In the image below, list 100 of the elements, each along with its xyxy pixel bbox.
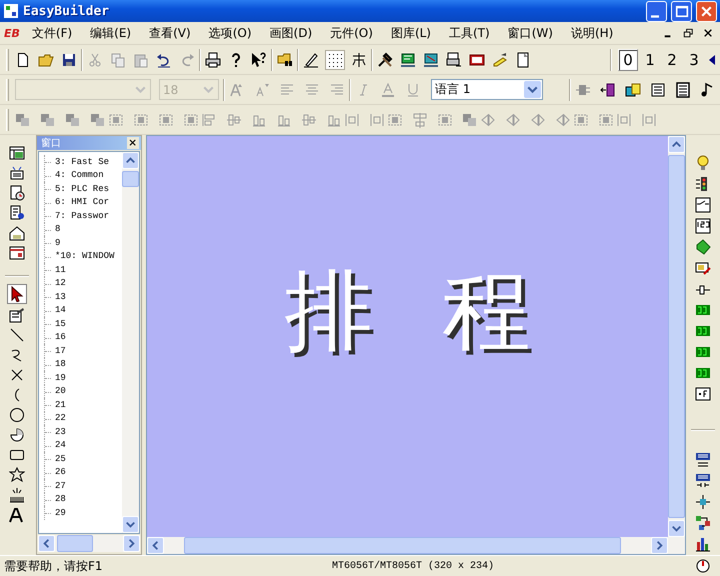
tree-item[interactable]: 4: Common bbox=[55, 170, 104, 180]
tree-item[interactable]: 17 bbox=[55, 346, 66, 356]
vertical-scrollbar[interactable] bbox=[122, 152, 139, 533]
horizontal-scrollbar[interactable] bbox=[38, 535, 140, 552]
scroll-down-icon[interactable] bbox=[668, 520, 685, 537]
tree-item[interactable]: 7: Passwor bbox=[55, 210, 110, 221]
scrollbar-thumb[interactable] bbox=[122, 171, 139, 187]
close-icon[interactable] bbox=[127, 137, 139, 149]
tree-item[interactable]: 6: HMI Cor bbox=[55, 197, 110, 208]
menu-item[interactable]: 工具(T) bbox=[443, 22, 496, 44]
function-key-icon[interactable] bbox=[695, 386, 711, 402]
layer-order-icon[interactable] bbox=[462, 112, 478, 128]
bar-chart-icon[interactable] bbox=[695, 536, 711, 552]
menu-item[interactable]: 选项(O) bbox=[202, 22, 258, 44]
tree-item[interactable]: *10: WINDOW bbox=[55, 251, 114, 262]
clock-icon[interactable] bbox=[9, 185, 25, 201]
scroll-up-icon[interactable] bbox=[122, 152, 139, 169]
circle-icon[interactable] bbox=[9, 407, 25, 423]
numeric-input-icon[interactable] bbox=[695, 218, 711, 234]
tree-item[interactable]: 20 bbox=[55, 386, 66, 396]
tree-item[interactable]: 3: Fast Se bbox=[55, 156, 110, 167]
pointer-icon[interactable] bbox=[8, 285, 26, 303]
memory-card-icon[interactable] bbox=[469, 52, 485, 68]
bulb-icon[interactable] bbox=[695, 155, 711, 171]
layer-order-icon[interactable] bbox=[15, 112, 31, 128]
grid-icon[interactable] bbox=[326, 50, 344, 68]
scroll-right-icon[interactable] bbox=[123, 535, 140, 552]
line-icon[interactable] bbox=[9, 327, 25, 343]
close-button[interactable] bbox=[696, 0, 717, 22]
text-tool-icon[interactable] bbox=[9, 507, 25, 523]
list-icon[interactable] bbox=[675, 82, 691, 98]
tree-item[interactable]: 24 bbox=[55, 440, 66, 450]
menu-item[interactable]: 说明(H) bbox=[564, 22, 620, 44]
numeric-display-icon[interactable] bbox=[695, 323, 711, 339]
pie-icon[interactable] bbox=[9, 427, 25, 443]
printer-icon[interactable] bbox=[446, 52, 462, 68]
edit-icon[interactable] bbox=[492, 52, 508, 68]
properties-icon[interactable] bbox=[9, 307, 25, 323]
scroll-right-icon[interactable] bbox=[651, 537, 668, 554]
monitor-icon[interactable] bbox=[423, 52, 439, 68]
menu-item[interactable]: 查看(V) bbox=[143, 22, 197, 44]
pointer-help-icon[interactable] bbox=[251, 52, 267, 68]
menu-item[interactable]: 编辑(E) bbox=[84, 22, 138, 44]
star-icon[interactable] bbox=[9, 467, 25, 483]
scrollbar-thumb[interactable] bbox=[184, 537, 621, 554]
flow-icon[interactable] bbox=[695, 515, 711, 531]
folder-search-icon[interactable] bbox=[277, 52, 293, 68]
page-button[interactable]: 2 bbox=[662, 48, 682, 70]
tree-item[interactable]: 26 bbox=[55, 467, 66, 478]
scroll-up-icon[interactable] bbox=[668, 136, 685, 153]
cross-lines-icon[interactable] bbox=[351, 52, 367, 68]
menu-item[interactable]: 文件(F) bbox=[26, 22, 78, 44]
calendar-icon[interactable] bbox=[9, 245, 25, 261]
tree-item[interactable]: 11 bbox=[55, 264, 66, 275]
tree-item[interactable]: 16 bbox=[55, 332, 66, 342]
tools-icon[interactable] bbox=[377, 52, 393, 68]
maximize-button[interactable] bbox=[671, 0, 692, 22]
scroll-down-icon[interactable] bbox=[122, 516, 139, 533]
monitor-icon[interactable] bbox=[400, 52, 416, 68]
printer-icon[interactable] bbox=[205, 52, 221, 68]
gauge-icon[interactable] bbox=[695, 557, 711, 573]
tree-item[interactable]: 9 bbox=[55, 238, 60, 248]
image-export-icon[interactable] bbox=[625, 82, 641, 98]
tree-item[interactable]: 18 bbox=[55, 359, 66, 370]
tree-item[interactable]: 21 bbox=[55, 400, 66, 410]
new-file-icon[interactable] bbox=[15, 52, 31, 68]
list-icon[interactable] bbox=[650, 82, 666, 98]
layer-order-icon[interactable] bbox=[40, 112, 56, 128]
save-icon[interactable] bbox=[61, 52, 77, 68]
house-icon[interactable] bbox=[9, 225, 25, 241]
cross-icon[interactable] bbox=[9, 367, 25, 383]
window-list-icon[interactable] bbox=[9, 145, 25, 161]
book-arrow-icon[interactable] bbox=[600, 82, 616, 98]
minimize-button[interactable] bbox=[646, 0, 667, 22]
tree-item[interactable]: 19 bbox=[55, 372, 66, 383]
tree-item[interactable]: 27 bbox=[55, 480, 66, 491]
scrollbar-thumb[interactable] bbox=[57, 535, 93, 552]
tree-item[interactable]: 28 bbox=[55, 494, 66, 504]
layer-order-icon[interactable] bbox=[90, 112, 106, 128]
document-icon[interactable] bbox=[9, 205, 25, 221]
scroll-left-icon[interactable] bbox=[147, 537, 164, 554]
switch-icon[interactable] bbox=[695, 197, 711, 213]
tree-item[interactable]: 22 bbox=[55, 413, 66, 424]
page-button[interactable]: 3 bbox=[684, 48, 704, 70]
move-icon[interactable] bbox=[695, 494, 711, 510]
tree-item[interactable]: 8 bbox=[55, 224, 60, 234]
layer-order-icon[interactable] bbox=[65, 112, 81, 128]
menu-item[interactable]: 画图(D) bbox=[264, 22, 318, 44]
menu-item[interactable]: 图库(L) bbox=[384, 22, 437, 44]
page-button[interactable]: 0 bbox=[618, 48, 638, 70]
menu-item[interactable]: 元件(O) bbox=[324, 22, 379, 44]
menu-item[interactable]: 窗口(W) bbox=[502, 22, 559, 44]
text-color-icon[interactable] bbox=[380, 82, 396, 98]
page-button[interactable]: 1 bbox=[640, 48, 660, 70]
tree-item[interactable]: 15 bbox=[55, 318, 66, 329]
monitor-icon[interactable] bbox=[695, 260, 711, 276]
page-icon[interactable] bbox=[515, 52, 531, 68]
scale-icon[interactable] bbox=[9, 487, 25, 503]
rectangle-icon[interactable] bbox=[9, 447, 25, 463]
tree-item[interactable]: 29 bbox=[55, 508, 66, 518]
